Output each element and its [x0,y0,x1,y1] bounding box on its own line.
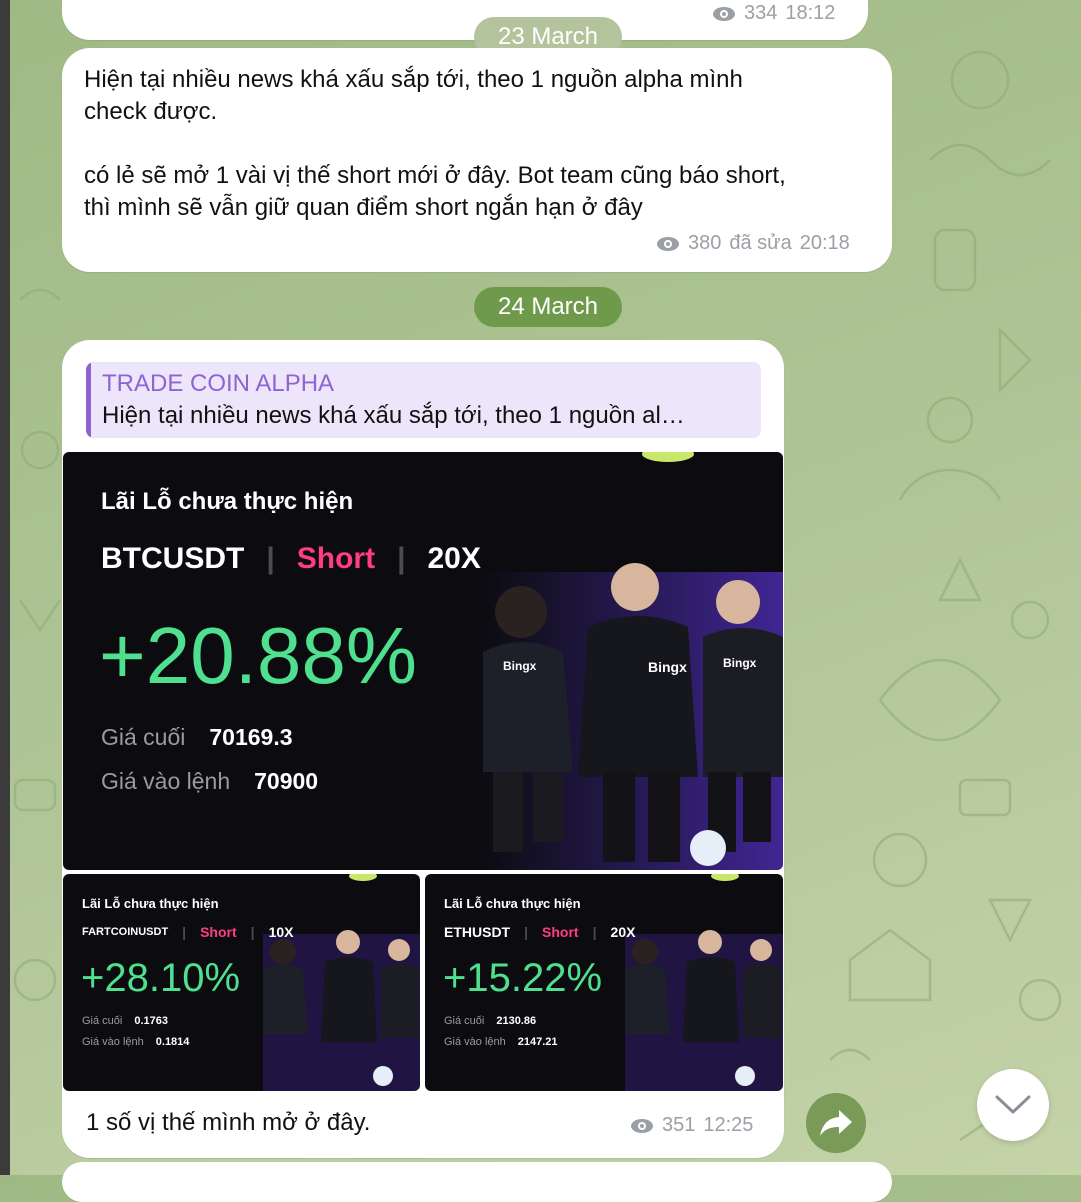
card-last-price-row: Giá cuối 2130.86 [444,1015,536,1027]
card-side: Short [200,924,237,940]
eye-icon [631,1118,653,1133]
forward-arrow-icon [820,1110,852,1136]
card-leverage: 20X [427,542,481,575]
date-label: 24 March [497,293,599,320]
card-pnl: +28.10% [81,956,241,1000]
window-edge [0,0,10,1175]
card-leverage: 10X [268,924,294,940]
eye-icon [657,236,679,251]
date-label: 23 March [497,23,599,50]
card-last-price-row: Giá cuối 0.1763 [82,1015,168,1027]
card-last-price: 0.1763 [134,1015,169,1027]
card-title: Lãi Lỗ chưa thực hiện [101,488,354,515]
card-entry-label: Giá vào lệnh [82,1036,144,1048]
card-position-row: FARTCOINUSDT | Short | 10X [82,924,294,940]
card-title: Lãi Lỗ chưa thực hiện [82,896,219,911]
message-time: 18:12 [785,2,836,24]
message-meta: 351 12:25 [630,1114,753,1137]
message-line: thì mình sẽ vẫn giữ quan điểm short ngắn… [84,194,643,221]
card-separator: | [266,542,275,575]
scroll-down-button[interactable] [977,1069,1049,1141]
message-text: Hiện tại nhiều news khá xấu sắp tới, the… [84,64,884,224]
message-line: có lẻ sẽ mở 1 vài vị thế short mới ở đây… [84,162,786,189]
card-position-row: ETHUSDT | Short | 20X [444,924,635,940]
message-time: 20:18 [799,232,850,254]
card-separator: | [524,924,529,940]
card-last-label: Giá cuối [444,1015,485,1027]
card-entry-price: 2147.21 [517,1036,558,1048]
brand-logo-text: Bingx [503,659,537,673]
chevron-down-icon [995,1095,1031,1114]
message-meta: 380 đã sửa 20:18 [656,232,850,255]
brand-logo-text: Bingx [648,659,687,675]
card-last-price: 2130.86 [496,1015,537,1027]
card-separator: | [250,924,255,940]
card-pnl: +20.88% [99,611,418,700]
forward-button[interactable] [806,1093,866,1153]
card-last-price: 70169.3 [209,724,293,750]
card-last-label: Giá cuối [82,1015,123,1027]
message-bubble-next[interactable] [62,1162,892,1202]
eye-icon [713,6,735,21]
view-count: 334 [744,2,778,24]
reply-channel-name: TRADE COIN ALPHA [102,370,335,397]
card-pair: ETHUSDT [444,924,511,940]
message-line: check được. [84,98,218,125]
card-position-row: BTCUSDT | Short | 20X [101,542,481,576]
card-side: Short [542,924,579,940]
card-leverage: 20X [610,924,636,940]
card-entry-price-row: Giá vào lệnh 70900 [101,768,318,795]
card-pair: BTCUSDT [101,542,245,575]
card-entry-price: 0.1814 [155,1036,190,1048]
card-entry-price: 70900 [254,768,319,794]
card-separator: | [182,924,187,940]
message-line: Hiện tại nhiều news khá xấu sắp tới, the… [84,66,743,93]
photo-pnl-card-fartcoin[interactable]: Lãi Lỗ chưa thực hiện FARTCOINUSDT | Sho… [63,874,420,1091]
edited-label: đã sửa [729,232,792,254]
message-meta-previous: 334 18:12 [712,2,835,25]
card-separator: | [592,924,597,940]
card-last-label: Giá cuối [101,724,186,750]
reply-quote[interactable]: TRADE COIN ALPHA Hiện tại nhiều news khá… [86,362,761,438]
photo-pnl-card-eth[interactable]: Lãi Lỗ chưa thực hiện ETHUSDT | Short | … [425,874,783,1091]
reply-accent-bar [86,362,91,438]
date-separator: 24 March [474,287,622,327]
card-title: Lãi Lỗ chưa thực hiện [444,896,581,911]
card-entry-price-row: Giá vào lệnh 0.1814 [82,1036,189,1048]
card-pair: FARTCOINUSDT [82,926,169,938]
message-caption: 1 số vị thế mình mở ở đây. [86,1109,371,1136]
card-entry-label: Giá vào lệnh [444,1036,506,1048]
photo-pnl-card-btc[interactable]: Bingx Bingx Bingx Lãi Lỗ chưa thực hiện … [63,452,783,870]
view-count: 380 [688,232,722,254]
card-pnl: +15.22% [443,956,603,1000]
reply-preview-text: Hiện tại nhiều news khá xấu sắp tới, the… [102,402,685,429]
view-count: 351 [662,1114,696,1136]
card-last-price-row: Giá cuối 70169.3 [101,724,293,751]
card-entry-price-row: Giá vào lệnh 2147.21 [444,1036,558,1048]
card-side: Short [296,542,376,575]
card-separator: | [397,542,406,575]
brand-logo-text: Bingx [723,656,757,670]
message-time: 12:25 [703,1114,754,1136]
card-entry-label: Giá vào lệnh [101,768,231,794]
